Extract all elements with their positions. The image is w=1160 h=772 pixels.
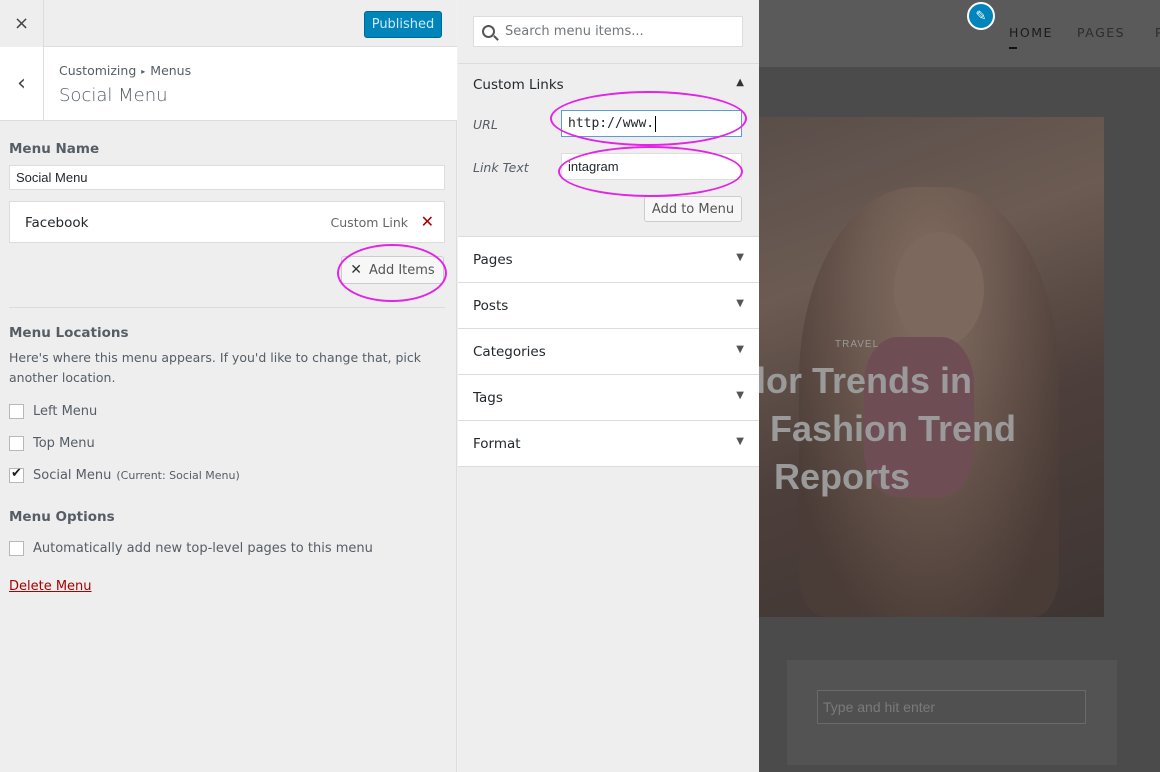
nav-pages[interactable]: PAGES [1077,25,1125,40]
accordion-posts[interactable]: Posts ▼ [458,283,759,329]
search-icon [482,25,495,38]
accordion-categories[interactable]: Categories ▼ [458,329,759,375]
checkbox[interactable] [9,436,24,451]
breadcrumb: Customizing ▸ Menus [59,63,191,78]
post-title-line: Reports [774,456,911,497]
menu-item-facebook[interactable]: Facebook Custom Link ✕ [9,201,445,243]
accordion-tags[interactable]: Tags ▼ [458,375,759,421]
breadcrumb-separator-icon: ▸ [141,67,146,76]
expand-arrow-icon: ▼ [736,344,744,355]
post-title-line: lor Trends in [759,360,973,401]
nav-truncated[interactable]: P [1155,25,1160,40]
nav-home[interactable]: HOME [1009,25,1053,49]
collapse-arrow-icon[interactable]: ▲ [736,77,744,88]
post-category[interactable]: TRAVEL [835,339,879,350]
accordion-title: Posts [473,298,509,314]
remove-item-icon[interactable]: ✕ [421,212,434,231]
accordion-title: Tags [473,390,503,406]
add-items-button[interactable]: ✕ Add Items [341,256,444,284]
expand-arrow-icon: ▼ [736,252,744,263]
breadcrumb-parent: Menus [150,63,192,78]
accordion-pages[interactable]: Pages ▼ [458,237,759,283]
menu-locations-description: Here's where this menu appears. If you'd… [9,350,421,385]
link-text-input[interactable]: intagram [561,153,742,180]
location-left-menu[interactable]: Left Menu [9,404,97,419]
checkbox-checked[interactable] [9,466,24,483]
divider [9,307,445,308]
location-social-menu[interactable]: Social Menu (Current: Social Menu) [9,466,240,483]
checkbox-label: Left Menu [33,404,98,419]
checkbox-label: Automatically add new top-level pages to… [33,541,373,556]
site-search-input[interactable]: Type and hit enter [817,690,1086,724]
custom-links-title[interactable]: Custom Links [473,77,564,93]
link-text-label: Link Text [473,160,529,175]
menu-name-label: Menu Name [9,141,100,157]
close-icon[interactable]: × [0,0,44,47]
close-x-icon: ✕ [350,262,363,278]
search-widget: Type and hit enter [787,660,1117,765]
checkbox[interactable] [9,404,24,419]
search-placeholder: Search menu items... [505,24,644,39]
add-menu-items-panel: Search menu items... Custom Links ▲ URL … [458,0,759,772]
menu-item-title: Facebook [25,215,89,231]
url-input[interactable]: http://www. [561,110,742,137]
menu-name-input[interactable]: Social Menu [9,165,445,190]
checkbox[interactable] [9,541,24,556]
post-title[interactable]: lor Trends in Fashion Trend Reports [759,357,1056,501]
url-value: http://www. [568,116,655,131]
accordion-title: Format [473,436,521,452]
text-cursor [655,115,657,132]
expand-arrow-icon: ▼ [736,436,744,447]
menu-options-heading: Menu Options [9,509,115,525]
accordion-title: Pages [473,252,513,268]
photo-face [894,232,984,347]
checkbox-label: Top Menu [33,436,95,451]
menu-locations-heading: Menu Locations [9,325,129,341]
custom-links-section: Custom Links ▲ URL http://www. Link Text… [458,63,759,237]
site-preview: ✎ HOME PAGES P TRAVEL lor Trends in Fash… [759,0,1160,772]
search-menu-items-input[interactable]: Search menu items... [473,16,743,47]
preview-body: TRAVEL lor Trends in Fashion Trend Repor… [759,67,1160,772]
checkbox-label: Social Menu [33,468,112,483]
location-top-menu[interactable]: Top Menu [9,436,95,451]
breadcrumb-root: Customizing [59,63,137,78]
expand-arrow-icon: ▼ [736,390,744,401]
accordion-format[interactable]: Format ▼ [458,421,759,467]
featured-post-image[interactable]: TRAVEL lor Trends in Fashion Trend Repor… [759,117,1104,617]
publish-button[interactable]: Published [364,11,442,38]
add-items-label: Add Items [369,262,435,278]
url-label: URL [473,117,498,132]
customizer-sidebar: × Published ‹ Customizing ▸ Menus Social M… [0,0,457,772]
add-to-menu-button[interactable]: Add to Menu [644,196,742,222]
back-chevron-icon[interactable]: ‹ [0,47,44,120]
menu-item-type: Custom Link [330,215,408,230]
auto-add-pages-option[interactable]: Automatically add new top-level pages to… [9,541,373,556]
accordion-title: Categories [473,344,546,360]
section-header: ‹ Customizing ▸ Menus Social Menu [0,47,457,121]
page-title: Social Menu [59,85,168,106]
post-title-line: Fashion Trend [770,408,1017,449]
delete-menu-link[interactable]: Delete Menu [9,579,92,594]
preview-header: ✎ HOME PAGES P [759,0,1160,67]
current-location-note: (Current: Social Menu) [116,469,240,482]
customizer-header: × Published [0,0,457,47]
edit-pencil-icon[interactable]: ✎ [967,2,995,30]
expand-arrow-icon: ▼ [736,298,744,309]
